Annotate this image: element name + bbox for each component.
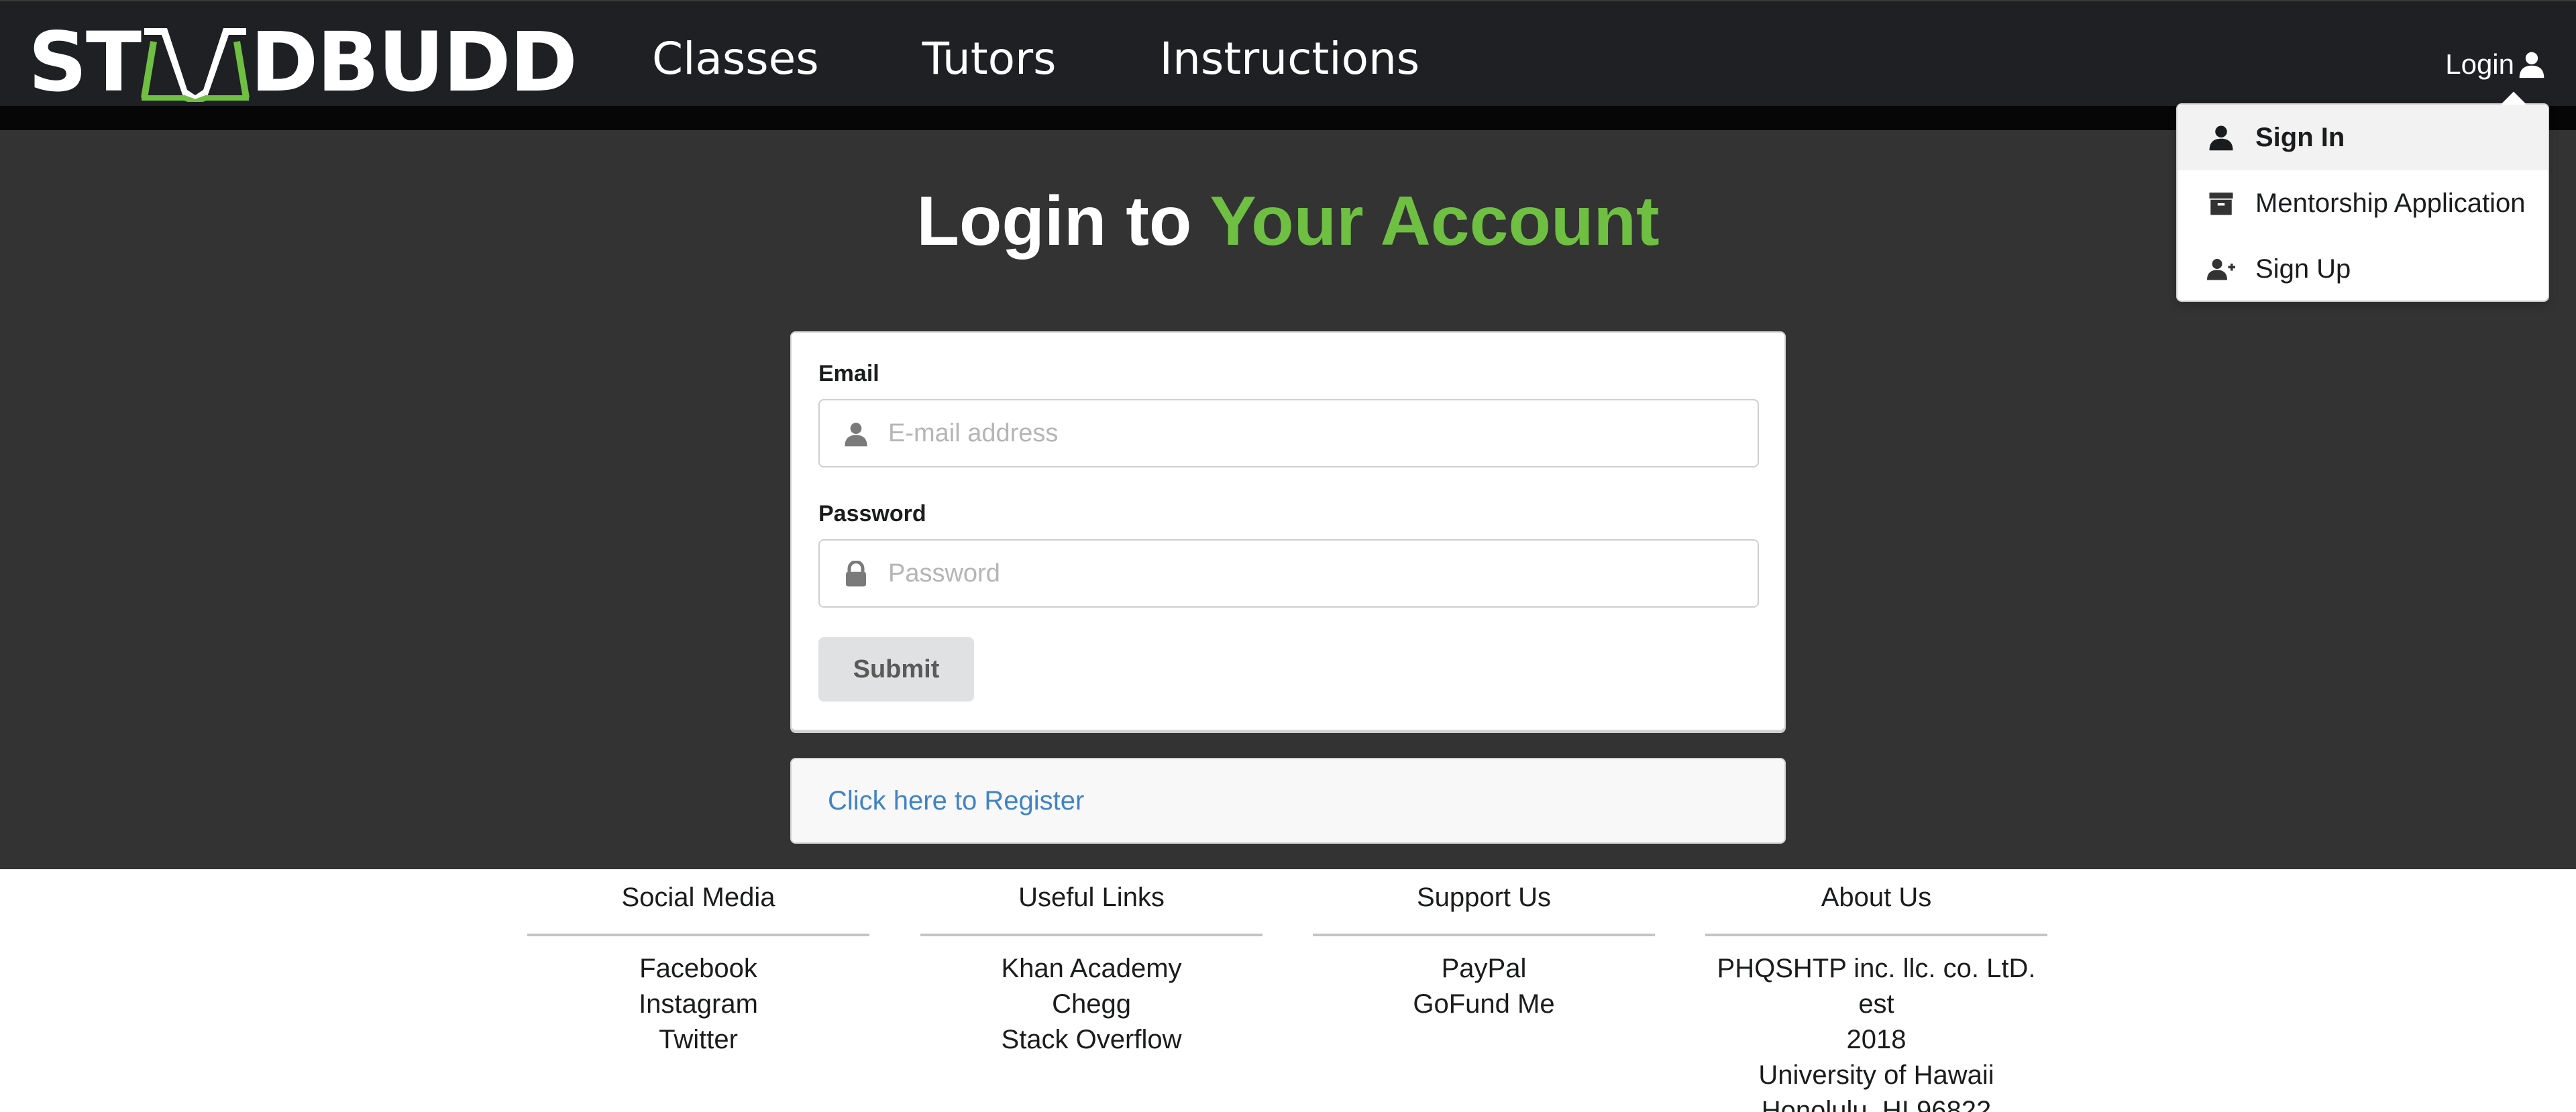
footer-about-university: University of Hawaii: [1758, 1060, 1994, 1090]
nav-link-tutors[interactable]: Tutors: [922, 34, 1057, 84]
user-icon: [2209, 125, 2233, 151]
user-plus-icon: [2207, 259, 2235, 280]
footer-link-twitter[interactable]: Twitter: [527, 1022, 869, 1058]
nav-links: Classes Tutors Instructions: [652, 34, 1420, 84]
login-label: Login: [2445, 48, 2514, 80]
footer-column-about-us: About Us PHQSHTP inc. llc. co. LtD. est …: [1705, 869, 2047, 1112]
footer-link-facebook[interactable]: Facebook: [527, 951, 869, 987]
title-part-3: Account: [1363, 182, 1660, 260]
footer-link-khan-academy[interactable]: Khan Academy: [920, 951, 1263, 987]
studbudd-logo[interactable]: ST DBUDD: [28, 15, 578, 110]
dropdown-item-sign-in[interactable]: Sign In: [2178, 105, 2548, 170]
login-dropdown-toggle[interactable]: Login: [2445, 48, 2546, 80]
footer-divider: [920, 934, 1263, 936]
footer-link-instagram[interactable]: Instagram: [527, 987, 869, 1022]
password-field-wrapper: [818, 539, 1759, 608]
footer-divider: [1313, 934, 1655, 936]
footer-about-address: Honolulu, HI 96822: [1761, 1096, 1992, 1112]
footer-column-title: Social Media: [621, 883, 775, 912]
footer-about-year: 2018: [1846, 1025, 1907, 1054]
open-book-icon: [141, 28, 250, 102]
login-form: Email Password Submit: [790, 331, 1786, 731]
submit-button[interactable]: Submit: [818, 637, 974, 702]
dropdown-item-mentorship-application[interactable]: Mentorship Application: [2178, 170, 2548, 236]
footer-column-title: Support Us: [1416, 883, 1552, 912]
email-input[interactable]: [820, 400, 1758, 466]
dropdown-item-label: Mentorship Application: [2255, 188, 2526, 218]
nav-link-instructions[interactable]: Instructions: [1160, 34, 1420, 84]
footer-link-paypal[interactable]: PayPal: [1313, 951, 1655, 987]
register-card: Click here to Register: [790, 758, 1786, 844]
title-part-2: Your: [1210, 182, 1364, 260]
footer-column-support-us: Support Us PayPal GoFund Me: [1313, 869, 1655, 1022]
footer: Social Media Facebook Instagram Twitter …: [0, 869, 2576, 1112]
logo-text-right: DBUDD: [250, 15, 578, 110]
footer-link-stack-overflow[interactable]: Stack Overflow: [920, 1022, 1263, 1058]
title-part-1: Login to: [916, 182, 1210, 260]
dropdown-item-label: Sign Up: [2255, 254, 2351, 284]
footer-column-social-media: Social Media Facebook Instagram Twitter: [527, 869, 869, 1058]
logo-text-left: ST: [28, 15, 142, 110]
nav-link-classes[interactable]: Classes: [652, 34, 819, 84]
footer-link-chegg[interactable]: Chegg: [920, 987, 1263, 1022]
archive-icon: [2209, 192, 2233, 215]
footer-column-title: Useful Links: [1018, 883, 1165, 912]
footer-link-gofundme[interactable]: GoFund Me: [1313, 987, 1655, 1022]
dropdown-item-label: Sign In: [2255, 122, 2345, 152]
navbar: ST DBUDD Classes Tutors Instructions Log…: [0, 0, 2576, 106]
footer-divider: [527, 934, 869, 936]
login-dropdown-menu: Sign In Mentorship Application Sign Up: [2176, 91, 2549, 302]
email-field-wrapper: [818, 399, 1759, 467]
user-icon: [2519, 52, 2544, 78]
footer-column-useful-links: Useful Links Khan Academy Chegg Stack Ov…: [920, 869, 1263, 1058]
register-link[interactable]: Click here to Register: [828, 786, 1084, 816]
email-label: Email: [818, 361, 879, 386]
footer-column-title: About Us: [1821, 883, 1932, 912]
password-input[interactable]: [820, 541, 1758, 606]
footer-divider: [1705, 934, 2047, 936]
footer-about-company: PHQSHTP inc. llc. co. LtD. est: [1717, 954, 2036, 1019]
dropdown-item-sign-up[interactable]: Sign Up: [2178, 236, 2548, 302]
password-label: Password: [818, 501, 926, 526]
